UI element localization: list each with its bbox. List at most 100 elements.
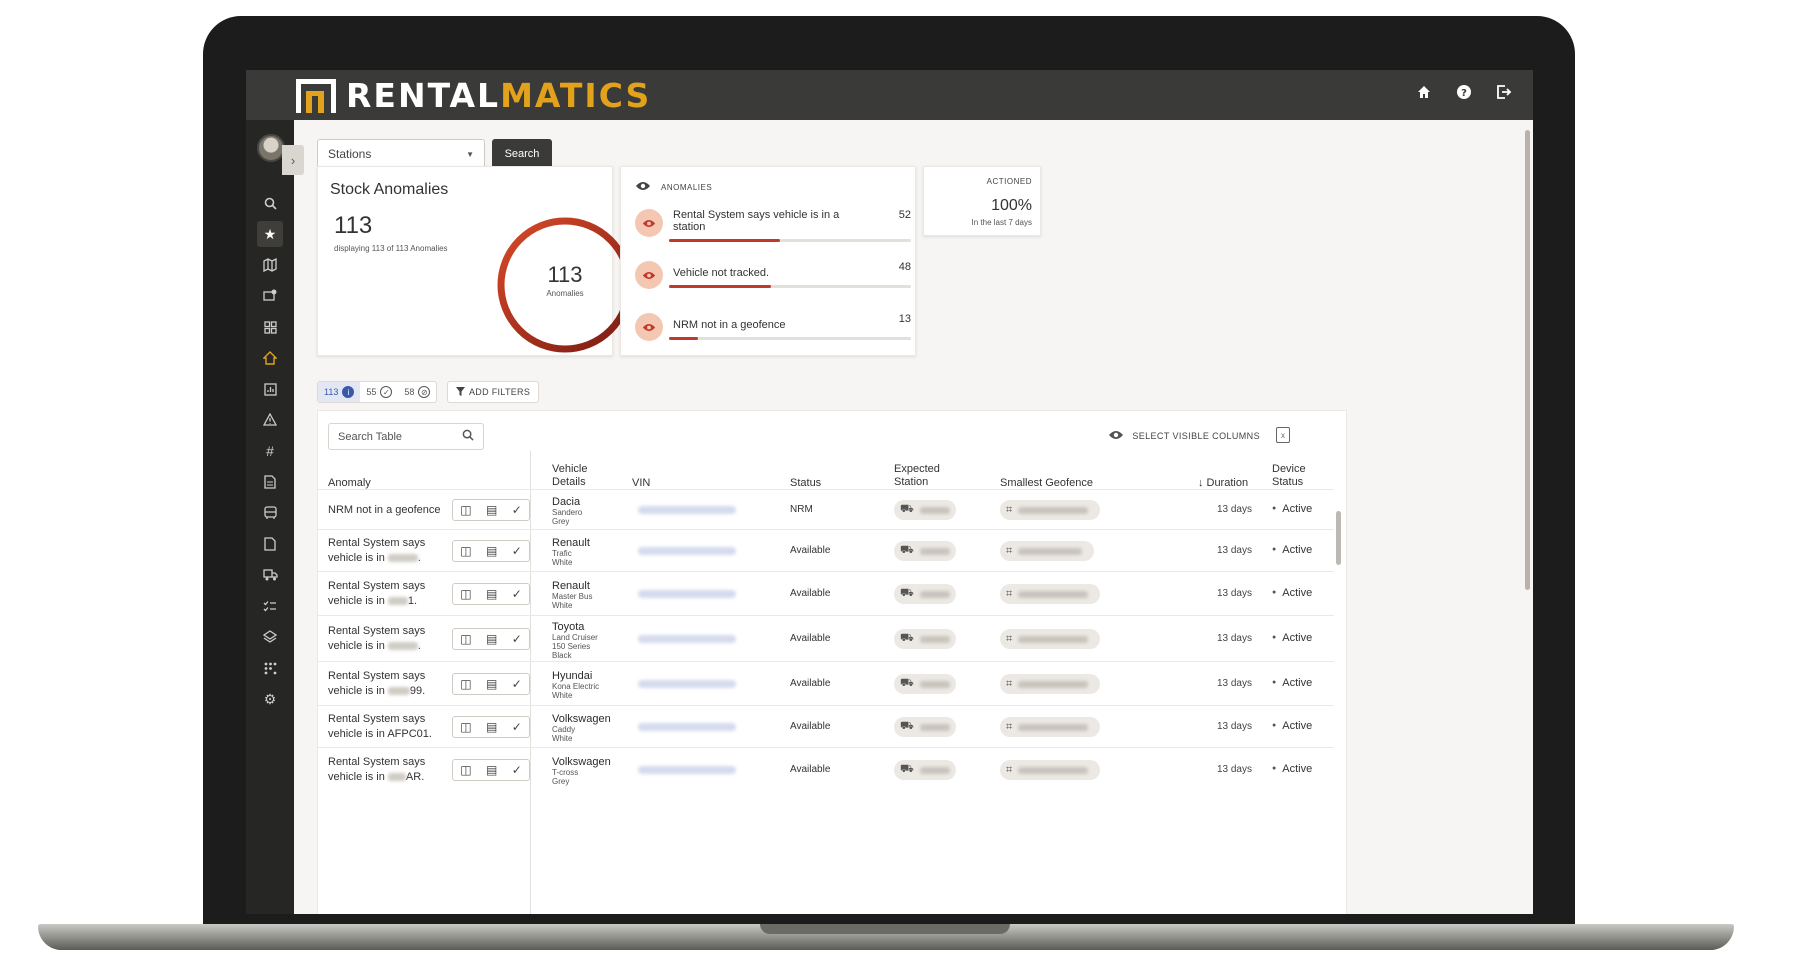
table-row[interactable]: NRM not in a geofence ◫ ▤ ✓ Dacia Sandero Gr…	[318, 489, 1334, 529]
chip-not-tracked[interactable]: 58 ⊘	[398, 382, 436, 402]
notes-icon[interactable]: ▤	[486, 763, 497, 777]
check-circle-icon[interactable]: ✓	[512, 763, 522, 777]
checklist-icon[interactable]	[257, 593, 283, 619]
star-icon[interactable]: ★	[257, 221, 283, 247]
search-icon[interactable]	[257, 190, 283, 216]
anomaly-item[interactable]: Rental System says vehicle is in a stati…	[635, 209, 911, 249]
check-circle-icon[interactable]: ✓	[512, 632, 522, 646]
sort-down-icon: ↓	[1198, 477, 1204, 489]
table-row[interactable]: Rental System says vehicle is in . ◫ ▤ ✓ T…	[318, 615, 1334, 661]
row-status: Available	[790, 588, 831, 599]
row-vin-redacted	[638, 590, 736, 598]
col-expected-station[interactable]: Expected Station	[894, 463, 940, 489]
notes-icon[interactable]: ▤	[486, 503, 497, 517]
notes-icon[interactable]: ▤	[486, 632, 497, 646]
row-geofence[interactable]: ⌗	[1000, 674, 1100, 694]
row-expected-station[interactable]: ⛟	[894, 541, 956, 561]
row-expected-station[interactable]: ⛟	[894, 584, 956, 604]
map-icon[interactable]: ◫	[460, 503, 471, 517]
row-anomaly: Rental System says vehicle is in AFPC01.	[328, 713, 432, 740]
message-alert-icon[interactable]	[257, 283, 283, 309]
top-bar: RENTALMATICS ?	[246, 70, 1533, 120]
home-icon[interactable]	[1415, 83, 1433, 101]
table-search-input[interactable]: Search Table	[328, 423, 484, 450]
map-icon[interactable]: ◫	[460, 677, 471, 691]
geofence-icon: ⌗	[1006, 677, 1013, 690]
anomaly-item[interactable]: Vehicle not tracked. 48	[635, 261, 911, 301]
eye-alert-icon	[635, 313, 663, 341]
avatar[interactable]	[257, 134, 285, 162]
warning-icon[interactable]	[257, 407, 283, 433]
check-circle-icon[interactable]: ✓	[512, 587, 522, 601]
check-circle-icon[interactable]: ✓	[512, 720, 522, 734]
notes-icon[interactable]: ▤	[486, 544, 497, 558]
page-scrollbar[interactable]	[1525, 130, 1530, 590]
hash-icon[interactable]: #	[257, 438, 283, 464]
dashboard-icon[interactable]	[257, 314, 283, 340]
table-row[interactable]: Rental System says vehicle is in AR. ◫ ▤ ✓…	[318, 747, 1334, 791]
sidebar: ★ # ⚙	[246, 120, 294, 914]
station-home-icon[interactable]	[257, 345, 283, 371]
chip-all[interactable]: 113 i	[318, 382, 361, 402]
actioned-heading: ACTIONED	[986, 177, 1032, 186]
truck-icon[interactable]	[257, 562, 283, 588]
notes-icon[interactable]: ▤	[486, 720, 497, 734]
search-button[interactable]: Search	[492, 139, 552, 169]
map-icon[interactable]: ◫	[460, 720, 471, 734]
col-vehicle-details[interactable]: Vehicle Details	[552, 463, 587, 489]
report-icon[interactable]	[257, 376, 283, 402]
add-filters-button[interactable]: ADD FILTERS	[447, 381, 540, 403]
rentalmatics-logo[interactable]: RENTALMATICS	[296, 78, 651, 114]
map-icon[interactable]: ◫	[460, 587, 471, 601]
table-row[interactable]: Rental System says vehicle is in 1. ◫ ▤ ✓ …	[318, 571, 1334, 615]
row-anomaly: Rental System says vehicle is in 99.	[328, 670, 426, 697]
row-expected-station[interactable]: ⛟	[894, 500, 956, 520]
svg-text:?: ?	[1461, 88, 1467, 99]
row-geofence[interactable]: ⌗	[1000, 717, 1100, 737]
row-geofence[interactable]: ⌗	[1000, 541, 1094, 561]
row-geofence[interactable]: ⌗	[1000, 500, 1100, 520]
geofence-icon: ⌗	[1006, 544, 1013, 557]
table-row[interactable]: Rental System says vehicle is in 99. ◫ ▤ ✓…	[318, 661, 1334, 705]
stations-select[interactable]: Stations ▼	[317, 139, 485, 169]
map-icon[interactable]: ◫	[460, 544, 471, 558]
row-duration: 13 days	[1216, 721, 1252, 732]
select-visible-columns-button[interactable]: SELECT VISIBLE COLUMNS	[1108, 430, 1260, 442]
row-expected-station[interactable]: ⛟	[894, 760, 956, 780]
check-circle-icon[interactable]: ✓	[512, 544, 522, 558]
notes-icon[interactable]: ▤	[486, 587, 497, 601]
file-icon[interactable]	[257, 531, 283, 557]
sidebar-expand-button[interactable]: ›	[282, 145, 304, 175]
check-circle-icon[interactable]: ✓	[512, 503, 522, 517]
row-geofence[interactable]: ⌗	[1000, 760, 1100, 780]
row-geofence[interactable]: ⌗	[1000, 629, 1100, 649]
bus-icon[interactable]	[257, 500, 283, 526]
row-expected-station[interactable]: ⛟	[894, 674, 956, 694]
row-expected-station[interactable]: ⛟	[894, 629, 956, 649]
table-scrollbar[interactable]	[1336, 511, 1341, 565]
check-circle-icon[interactable]: ✓	[512, 677, 522, 691]
row-device-status: Active	[1272, 763, 1312, 775]
table-row[interactable]: Rental System says vehicle is in . ◫ ▤ ✓ R…	[318, 529, 1334, 571]
anomaly-item[interactable]: NRM not in a geofence 13	[635, 313, 911, 353]
col-duration-label: Duration	[1206, 477, 1249, 489]
grid-dots-icon[interactable]	[257, 655, 283, 681]
export-excel-icon[interactable]: x	[1276, 427, 1290, 443]
map-icon[interactable]: ◫	[460, 763, 471, 777]
row-duration: 13 days	[1216, 633, 1252, 644]
layers-icon[interactable]	[257, 624, 283, 650]
document-icon[interactable]	[257, 469, 283, 495]
map-icon[interactable]: ◫	[460, 632, 471, 646]
anomaly-label: NRM not in a geofence	[673, 319, 786, 331]
map-icon[interactable]	[257, 252, 283, 278]
logout-icon[interactable]	[1495, 83, 1513, 101]
col-device-status[interactable]: Device Status	[1272, 463, 1306, 489]
table-body: NRM not in a geofence ◫ ▤ ✓ Dacia Sandero Gr…	[318, 489, 1334, 791]
chip-actioned[interactable]: 55 ✓	[360, 382, 398, 402]
help-icon[interactable]: ?	[1455, 83, 1473, 101]
notes-icon[interactable]: ▤	[486, 677, 497, 691]
table-row[interactable]: Rental System says vehicle is in AFPC01.…	[318, 705, 1334, 747]
row-geofence[interactable]: ⌗	[1000, 584, 1100, 604]
settings-icon[interactable]: ⚙	[257, 686, 283, 712]
row-expected-station[interactable]: ⛟	[894, 717, 956, 737]
